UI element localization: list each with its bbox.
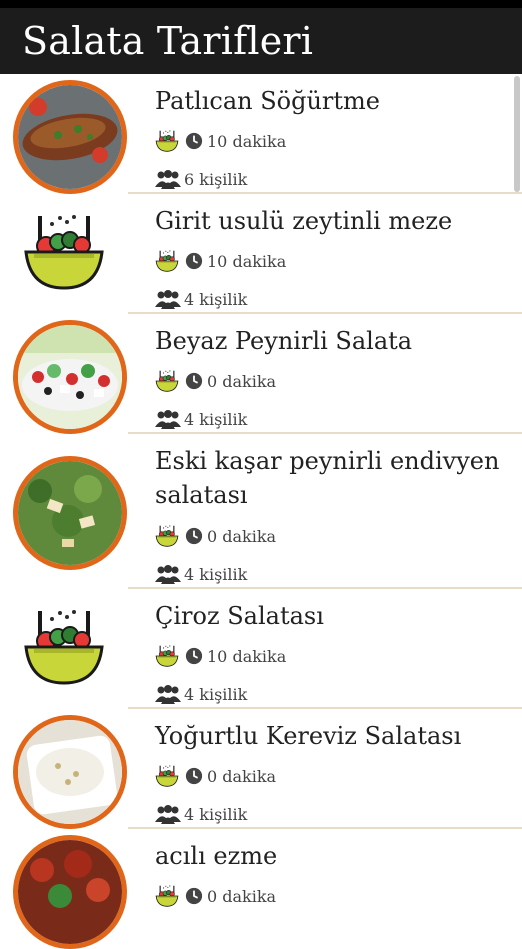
recipe-title: Patlıcan Söğürtme [155,87,380,115]
recipe-time: 0 dakika [155,369,276,393]
servings-label: 4 kişilik [184,564,248,584]
people-icon [155,409,181,429]
recipe-title: Eski kaşar peynirli endivyen salatası [155,447,500,509]
salad-bowl-icon [22,607,106,687]
time-label: 0 dakika [207,886,277,906]
recipe-time: 0 dakika [155,884,276,908]
clock-icon [185,132,203,150]
recipe-time: 0 dakika [155,764,276,788]
recipe-title: Beyaz Peynirli Salata [155,327,413,355]
recipe-servings: 4 kişilik [155,684,247,704]
recipe-time: 10 dakika [155,129,286,153]
recipe-time: 0 dakika [155,524,276,548]
recipe-title: Girit usulü zeytinli meze [155,207,453,235]
recipe-title: Çiroz Salatası [155,602,324,630]
servings-label: 4 kişilik [184,684,248,704]
scrollbar[interactable] [514,76,520,192]
clock-icon [185,527,203,545]
salad-bowl-icon [155,884,179,908]
endive-salad-photo [13,456,127,570]
recipe-item[interactable]: Patlıcan Söğürtme 10 dakika 6 kişilik [0,74,522,194]
recipe-servings: 4 kişilik [155,409,247,429]
servings-label: 4 kişilik [184,804,248,824]
time-label: 10 dakika [207,646,287,666]
time-label: 0 dakika [207,371,277,391]
servings-label: 4 kişilik [184,409,248,429]
time-label: 10 dakika [207,131,287,151]
eggplant-dish-photo [13,80,127,194]
recipe-title: acılı ezme [155,842,278,870]
time-label: 0 dakika [207,526,277,546]
feta-salad-photo [13,320,127,434]
clock-icon [185,887,203,905]
clock-icon [185,372,203,390]
clock-icon [185,767,203,785]
time-label: 0 dakika [207,766,277,786]
people-icon [155,564,181,584]
salad-bowl-icon [22,212,106,292]
recipe-item[interactable]: Çiroz Salatası 10 dakika 4 kişilik [0,589,522,709]
recipe-servings: 6 kişilik [155,169,247,189]
yogurt-celery-photo [13,715,127,829]
salad-bowl-icon [155,764,179,788]
recipe-servings: 4 kişilik [155,804,247,824]
people-icon [155,684,181,704]
spicy-ezme-photo [13,835,127,949]
salad-bowl-icon [155,524,179,548]
clock-icon [185,252,203,270]
people-icon [155,289,181,309]
people-icon [155,804,181,824]
recipe-time: 10 dakika [155,644,286,668]
recipe-item[interactable]: acılı ezme 0 dakika [0,829,522,949]
servings-label: 4 kişilik [184,289,248,309]
recipe-item[interactable]: Yoğurtlu Kereviz Salatası 0 dakika 4 kiş… [0,709,522,829]
recipe-servings: 4 kişilik [155,289,247,309]
clock-icon [185,647,203,665]
recipe-list[interactable]: Patlıcan Söğürtme 10 dakika 6 kişilik Gi… [0,74,522,949]
salad-bowl-icon [155,369,179,393]
people-icon [155,169,181,189]
app-bar: Salata Tarifleri [0,8,522,74]
recipe-servings: 4 kişilik [155,564,247,584]
time-label: 10 dakika [207,251,287,271]
app-title: Salata Tarifleri [22,19,314,63]
recipe-item[interactable]: Beyaz Peynirli Salata 0 dakika 4 kişilik [0,314,522,434]
recipe-title: Yoğurtlu Kereviz Salatası [155,722,462,750]
salad-bowl-icon [155,129,179,153]
servings-label: 6 kişilik [184,169,248,189]
status-bar [0,0,522,8]
recipe-item[interactable]: Eski kaşar peynirli endivyen salatası 0 … [0,434,522,589]
salad-bowl-icon [155,644,179,668]
recipe-time: 10 dakika [155,249,286,273]
salad-bowl-icon [155,249,179,273]
recipe-item[interactable]: Girit usulü zeytinli meze 10 dakika 4 ki… [0,194,522,314]
